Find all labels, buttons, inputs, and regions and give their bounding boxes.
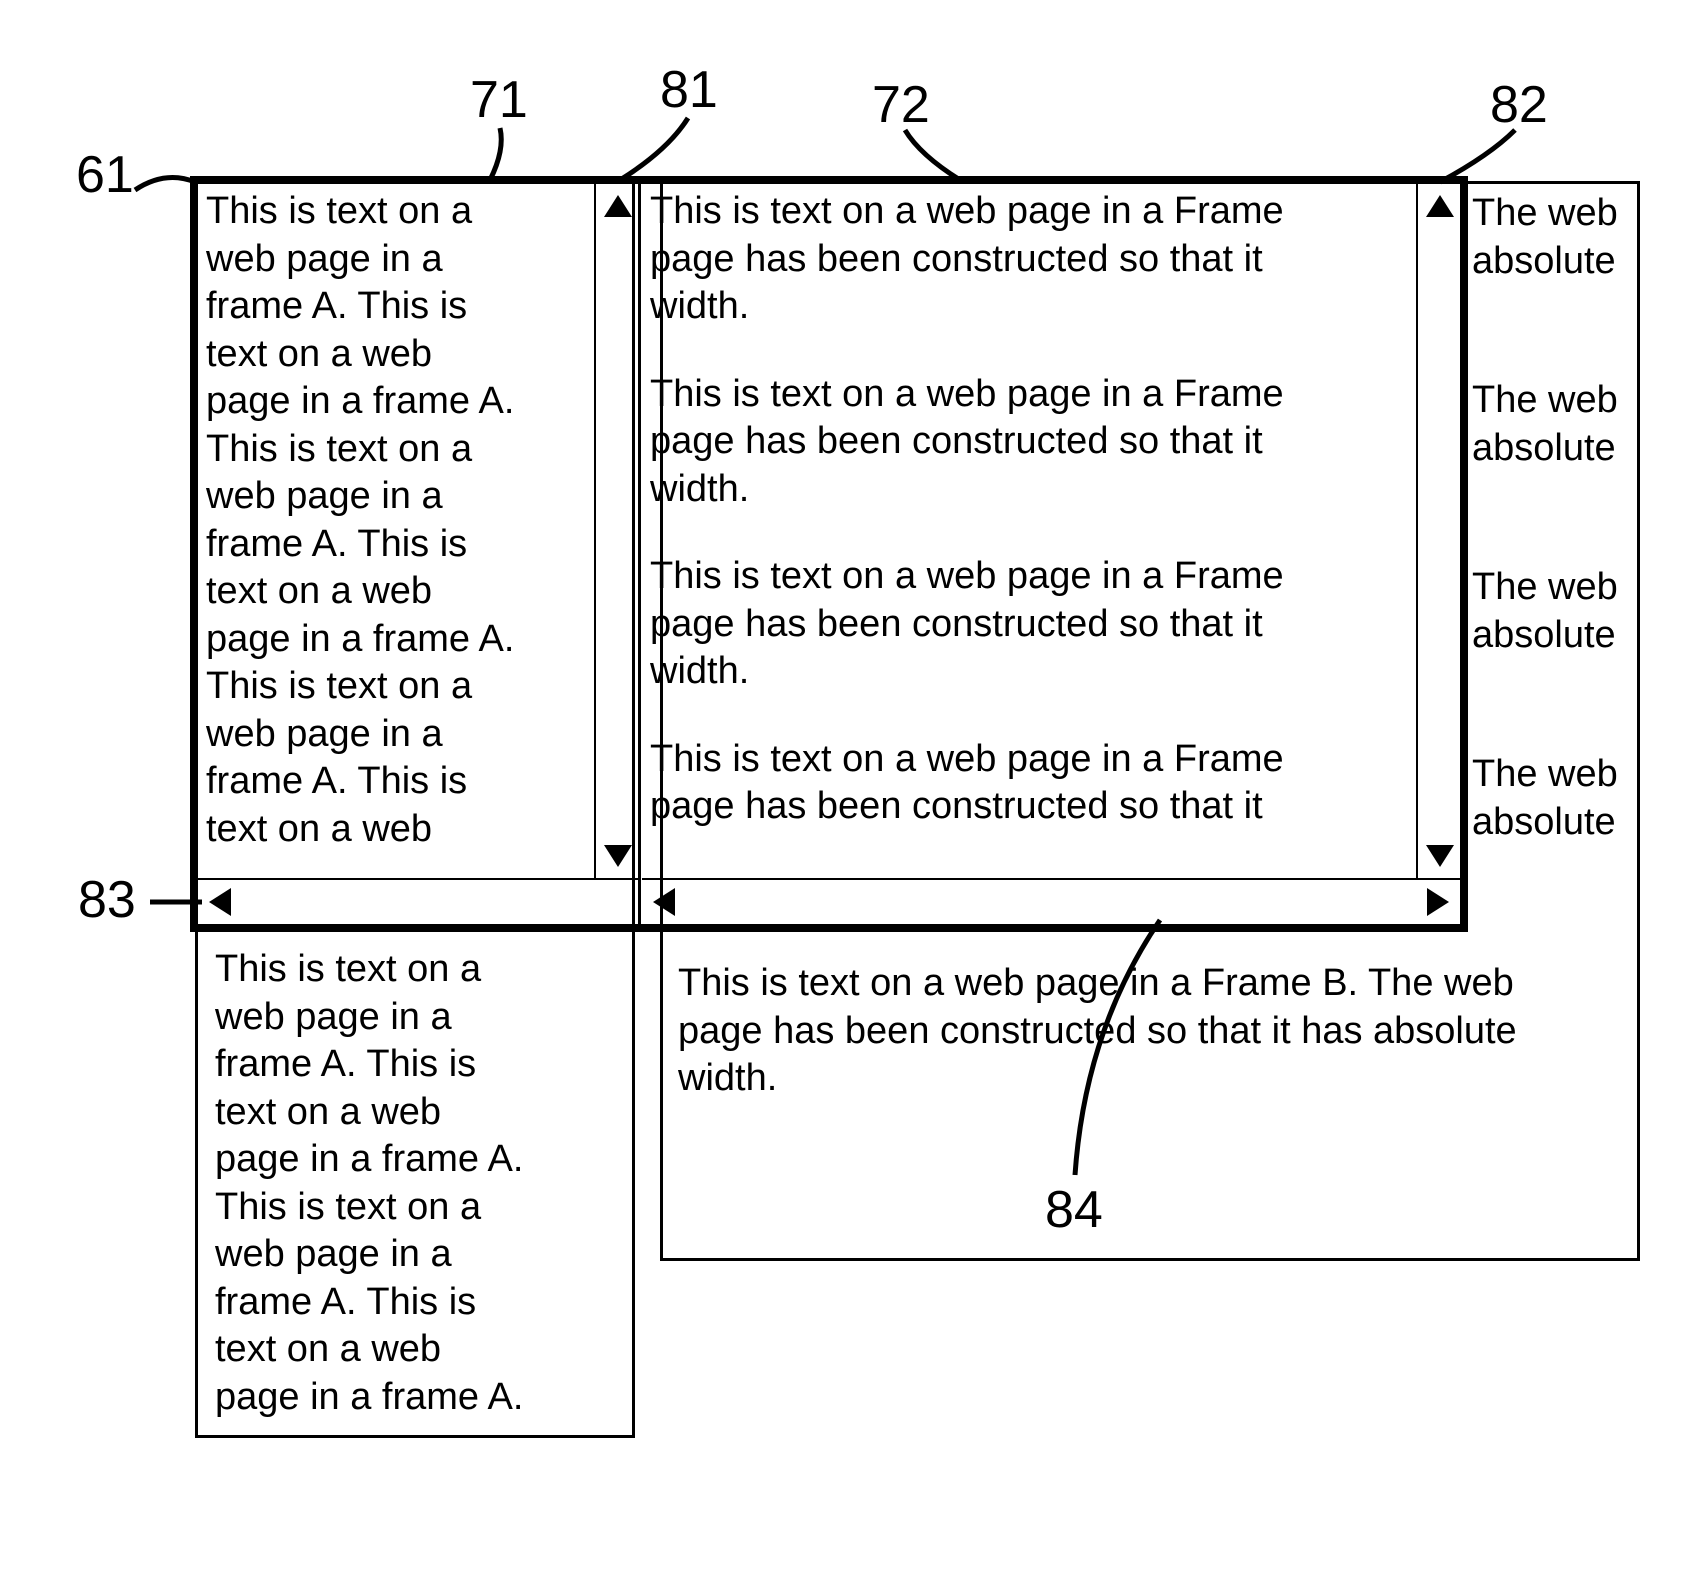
- chevron-left-icon: [209, 888, 231, 916]
- frame-b-para-1: This is text on a web page in a Frame pa…: [650, 188, 1408, 331]
- frame-b-scroll-left-button[interactable]: [642, 880, 686, 924]
- frame-divider: [638, 184, 641, 924]
- chevron-down-icon: [1426, 845, 1454, 867]
- callout-81: 81: [660, 60, 718, 120]
- frame-a-scroll-up-button[interactable]: [596, 184, 640, 228]
- page-a-text-below: This is text on a web page in a frame A.…: [205, 940, 625, 1427]
- chevron-right-icon: [1427, 888, 1449, 916]
- callout-83: 83: [78, 870, 136, 930]
- frame-a: This is text on a web page in a frame A.…: [198, 184, 638, 878]
- callout-82: 82: [1490, 75, 1548, 135]
- frame-b-hscrollbar[interactable]: [642, 878, 1460, 922]
- chevron-left-icon: [653, 888, 675, 916]
- frame-b-para-3: This is text on a web page in a Frame pa…: [650, 553, 1408, 696]
- frame-b-text: This is text on a web page in a Frame pa…: [642, 184, 1416, 878]
- chevron-up-icon: [1426, 195, 1454, 217]
- page-b-text-below: This is text on a web page in a Frame B.…: [678, 960, 1618, 1103]
- frame-a-scroll-down-button[interactable]: [596, 834, 640, 878]
- frame-a-hscrollbar[interactable]: [198, 878, 638, 922]
- frame-b-para-4: This is text on a web page in a Frame pa…: [650, 736, 1408, 831]
- strip-para-1: The web absolute: [1472, 190, 1637, 285]
- frame-b-vscrollbar[interactable]: [1416, 184, 1460, 878]
- frame-b: This is text on a web page in a Frame pa…: [642, 184, 1460, 878]
- frame-b-scroll-down-button[interactable]: [1418, 834, 1462, 878]
- frame-a-vscrollbar[interactable]: [594, 184, 638, 878]
- frame-b-scroll-right-button[interactable]: [1416, 880, 1460, 924]
- callout-61: 61: [76, 145, 134, 205]
- callout-72: 72: [872, 75, 930, 135]
- strip-para-2: The web absolute: [1472, 377, 1637, 472]
- callout-84: 84: [1045, 1180, 1103, 1240]
- strip-para-4: The web absolute: [1472, 751, 1637, 846]
- frame-a-text: This is text on a web page in a frame A.…: [198, 184, 594, 878]
- callout-71: 71: [470, 70, 528, 130]
- strip-para-3: The web absolute: [1472, 564, 1637, 659]
- page-b-overflow-strip: The web absolute The web absolute The we…: [1472, 190, 1637, 870]
- chevron-down-icon: [604, 845, 632, 867]
- frame-b-para-2: This is text on a web page in a Frame pa…: [650, 371, 1408, 514]
- frame-a-scroll-left-button[interactable]: [198, 880, 242, 924]
- viewport-window: This is text on a web page in a frame A.…: [190, 176, 1468, 932]
- chevron-up-icon: [604, 195, 632, 217]
- frame-b-scroll-up-button[interactable]: [1418, 184, 1462, 228]
